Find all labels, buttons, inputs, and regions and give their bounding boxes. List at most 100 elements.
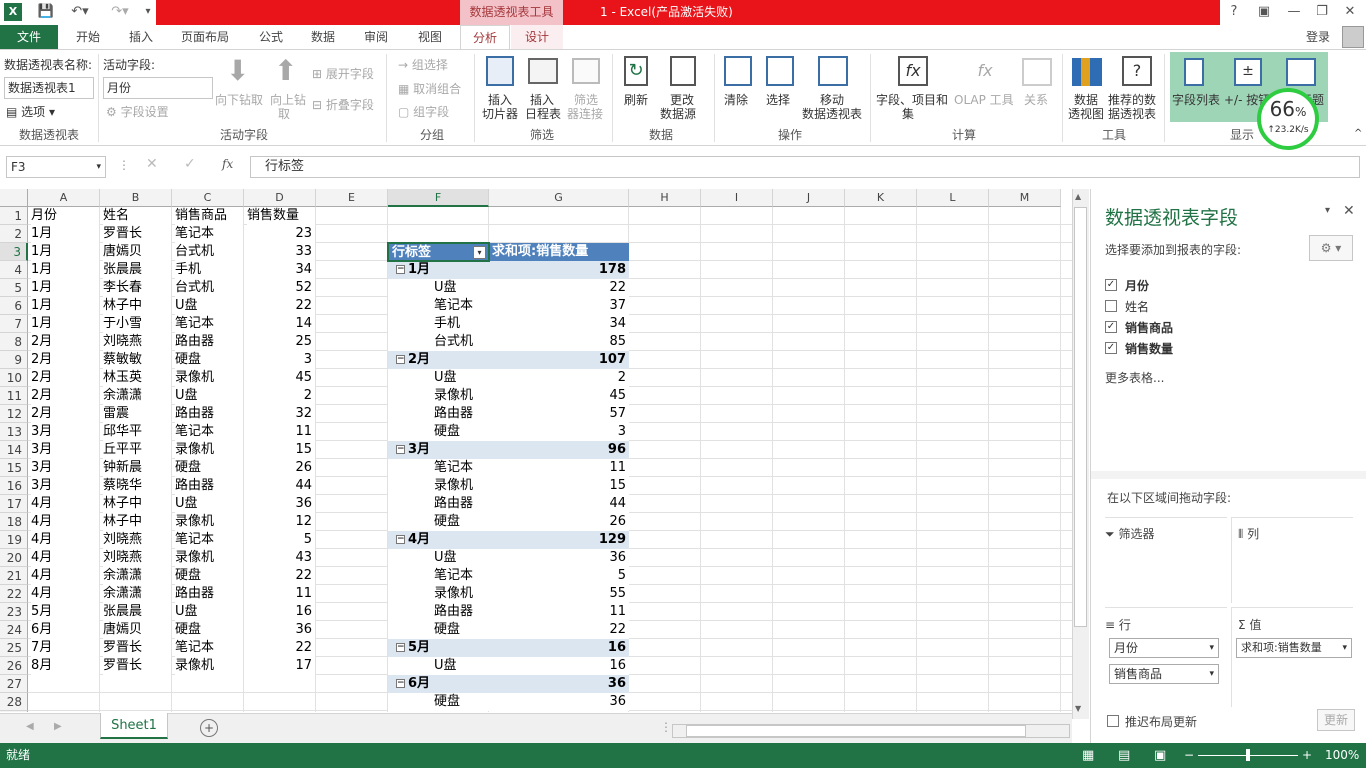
source-cell[interactable]: 2月 [31, 387, 99, 405]
tab-page-layout[interactable]: 页面布局 [172, 25, 238, 50]
filters-area[interactable]: ⏷ 筛选器 [1105, 517, 1227, 603]
clear-button[interactable]: 清除 [724, 91, 748, 108]
defer-update-checkbox[interactable] [1107, 715, 1119, 727]
pivot-month-row[interactable]: −4月 [388, 531, 489, 549]
source-cell[interactable]: 2月 [31, 405, 99, 423]
insert-function-icon[interactable]: fx [222, 157, 233, 171]
pivot-value-cell[interactable]: 11 [489, 603, 629, 621]
source-cell[interactable]: 路由器 [175, 477, 243, 495]
split-handle-icon[interactable]: ⋮ [660, 720, 672, 734]
source-cell[interactable]: 林子中 [103, 297, 171, 315]
zoom-in-icon[interactable]: + [1302, 743, 1312, 768]
column-header-A[interactable]: A [28, 189, 100, 207]
pivot-header-value-label[interactable]: 求和项:销售数量 [489, 243, 629, 261]
source-cell[interactable]: 1月 [31, 279, 99, 297]
page-break-view-icon[interactable]: ▣ [1154, 743, 1166, 768]
relationships-button[interactable]: 关系 [1024, 91, 1048, 108]
source-cell[interactable]: 22 [244, 639, 315, 657]
restore-icon[interactable]: ❐ [1312, 2, 1332, 22]
options-button[interactable]: ▤ 选项 ▾ [6, 103, 55, 120]
source-cell[interactable]: 笔记本 [175, 423, 243, 441]
refresh-button[interactable]: 刷新 [624, 91, 648, 108]
source-cell[interactable]: 33 [244, 243, 315, 261]
row-header-12[interactable]: 12 [0, 405, 28, 423]
columns-area[interactable]: ⦀ 列 [1231, 517, 1353, 603]
source-cell[interactable]: 11 [244, 423, 315, 441]
source-cell[interactable]: 手机 [175, 261, 243, 279]
source-header-cell[interactable]: 月份 [31, 207, 99, 225]
source-cell[interactable]: 4月 [31, 567, 99, 585]
add-sheet-icon[interactable]: + [200, 719, 218, 737]
sheet-tab-sheet1[interactable]: Sheet1 [100, 713, 168, 739]
row-header-21[interactable]: 21 [0, 567, 28, 585]
tab-review[interactable]: 审阅 [354, 25, 398, 50]
pivot-month-row[interactable]: −3月 [388, 441, 489, 459]
collapse-icon[interactable]: − [396, 535, 405, 544]
values-area[interactable]: Σ 值 求和项:销售数量 ▾ [1231, 607, 1353, 707]
pivot-value-cell[interactable]: 96 [489, 441, 629, 459]
pivot-value-cell[interactable]: 178 [489, 261, 629, 279]
row-header-14[interactable]: 14 [0, 441, 28, 459]
row-field-month[interactable]: 月份 ▾ [1109, 638, 1219, 658]
pivot-value-cell[interactable]: 37 [489, 297, 629, 315]
tab-data[interactable]: 数据 [302, 25, 344, 50]
pivot-month-row[interactable]: −2月 [388, 351, 489, 369]
source-cell[interactable]: 台式机 [175, 243, 243, 261]
pivot-value-cell[interactable]: 16 [489, 639, 629, 657]
normal-view-icon[interactable]: ▦ [1082, 743, 1094, 768]
source-cell[interactable]: 丘平平 [103, 441, 171, 459]
column-header-K[interactable]: K [845, 189, 917, 207]
formula-input[interactable]: 行标签 [250, 156, 1360, 178]
horizontal-scroll-thumb[interactable] [686, 725, 1026, 737]
source-cell[interactable]: 4月 [31, 585, 99, 603]
source-cell[interactable]: 蔡晓华 [103, 477, 171, 495]
collapse-icon[interactable]: − [396, 679, 405, 688]
pivot-value-cell[interactable]: 3 [489, 423, 629, 441]
source-cell[interactable]: 36 [244, 495, 315, 513]
source-cell[interactable]: 张晨晨 [103, 603, 171, 621]
row-header-9[interactable]: 9 [0, 351, 28, 369]
pivot-value-cell[interactable]: 34 [489, 315, 629, 333]
pivot-item-row[interactable]: 硬盘 [388, 513, 489, 531]
source-cell[interactable]: 刘晓燕 [103, 549, 171, 567]
source-cell[interactable]: U盘 [175, 603, 243, 621]
field-label[interactable]: 销售数量 [1125, 340, 1173, 357]
source-cell[interactable]: 4月 [31, 495, 99, 513]
column-header-C[interactable]: C [172, 189, 244, 207]
field-list-button[interactable]: 字段列表 [1172, 91, 1220, 108]
pivot-item-row[interactable]: 路由器 [388, 405, 489, 423]
collapse-ribbon-icon[interactable]: ^ [1354, 128, 1362, 139]
pivot-value-cell[interactable]: 36 [489, 693, 629, 711]
source-cell[interactable]: 路由器 [175, 585, 243, 603]
pivot-item-row[interactable]: U盘 [388, 549, 489, 567]
source-cell[interactable]: 26 [244, 459, 315, 477]
field-settings-button[interactable]: ⚙ 字段设置 [106, 103, 169, 120]
source-cell[interactable]: 23 [244, 225, 315, 243]
field-checkbox[interactable]: ✓ [1105, 321, 1117, 333]
scroll-down-icon[interactable]: ▼ [1075, 704, 1081, 713]
close-icon[interactable]: ✕ [1340, 2, 1360, 22]
source-cell[interactable]: 蔡敏敏 [103, 351, 171, 369]
select-all-corner[interactable] [0, 189, 28, 207]
source-cell[interactable]: 2月 [31, 369, 99, 387]
row-header-3[interactable]: 3 [0, 243, 28, 261]
row-field-product[interactable]: 销售商品 ▾ [1109, 664, 1219, 684]
source-header-cell[interactable]: 姓名 [103, 207, 171, 225]
source-cell[interactable]: 15 [244, 441, 315, 459]
pivot-value-cell[interactable]: 22 [489, 279, 629, 297]
pane-options-icon[interactable]: ▾ [1325, 205, 1330, 216]
source-cell[interactable]: 硬盘 [175, 459, 243, 477]
field-checkbox[interactable] [1105, 300, 1117, 312]
tab-design[interactable]: 设计 [511, 25, 563, 50]
column-header-I[interactable]: I [701, 189, 773, 207]
source-cell[interactable]: 7月 [31, 639, 99, 657]
source-cell[interactable]: 4月 [31, 531, 99, 549]
collapse-icon[interactable]: − [396, 643, 405, 652]
pivot-value-cell[interactable]: 22 [489, 621, 629, 639]
undo-icon[interactable]: ↶▾ [66, 2, 94, 22]
pane-splitter[interactable] [1091, 471, 1366, 479]
rows-area[interactable]: ≡ 行 月份 ▾ 销售商品 ▾ [1105, 607, 1227, 707]
pivot-item-row[interactable]: 录像机 [388, 585, 489, 603]
source-cell[interactable]: 于小雪 [103, 315, 171, 333]
collapse-icon[interactable]: − [396, 445, 405, 454]
